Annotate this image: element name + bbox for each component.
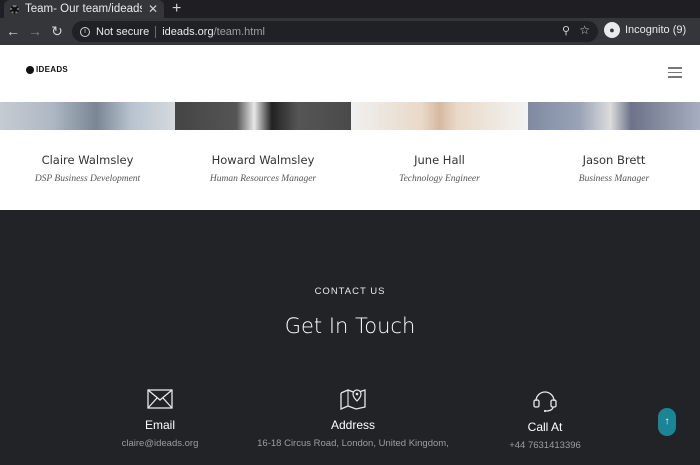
site-favicon-icon <box>10 4 19 14</box>
forward-arrow-icon[interactable]: → <box>26 22 44 40</box>
member-name: Howard Walmsley <box>211 153 315 167</box>
tab-title: Team- Our team/ideads.o <box>25 3 142 15</box>
contact-email: Email claire@ideads.org <box>50 388 270 449</box>
member-role: Technology Engineer <box>399 174 480 184</box>
contact-item-title: Address <box>330 418 376 432</box>
url-path: /team.html <box>213 25 265 38</box>
back-arrow-icon[interactable]: ← <box>4 22 22 40</box>
member-name: June Hall <box>414 153 465 167</box>
site-logo[interactable]: IDEADS <box>26 65 68 74</box>
contact-section: CONTACT US Get In Touch Email claire@ide… <box>0 210 700 465</box>
team-member-card: June Hall Technology Engineer <box>351 130 528 210</box>
search-icon[interactable]: ⚲ <box>562 24 570 37</box>
member-role: DSP Business Development <box>34 174 141 184</box>
web-page: IDEADS Claire Walmsley DSP Business Deve… <box>0 45 700 465</box>
team-photo-1 <box>0 102 175 130</box>
logo-text: IDEADS <box>36 65 69 74</box>
contact-item-title: Email <box>144 418 175 432</box>
omnibox-divider <box>155 25 157 38</box>
hamburger-menu-icon[interactable] <box>668 67 682 81</box>
team-photos <box>0 102 700 130</box>
contact-kicker: CONTACT US <box>314 286 386 297</box>
member-name: Jason Brett <box>582 153 646 167</box>
arrow-up-icon: ↑ <box>664 416 670 427</box>
address-value: 16-18 Circus Road, London, United Kingdo… <box>257 438 449 449</box>
browser-tab-strip: Team- Our team/ideads.o ✕ + <box>0 0 700 18</box>
bookmark-star-icon[interactable]: ☆ <box>579 23 590 37</box>
team-photo-3 <box>351 102 528 130</box>
security-status: Not secure <box>96 25 150 38</box>
incognito-icon: ● <box>604 22 620 38</box>
member-role: Business Manager <box>578 174 650 184</box>
browser-toolbar: ← → ↻ i Not secure ideads.org /team.html… <box>0 18 700 45</box>
close-tab-icon[interactable]: ✕ <box>148 2 158 16</box>
headset-icon <box>533 391 557 412</box>
scroll-to-top-button[interactable]: ↑ <box>658 408 676 436</box>
logo-mark-icon <box>26 65 34 74</box>
info-icon[interactable]: i <box>80 26 90 37</box>
team-member-card: Howard Walmsley Human Resources Manager <box>175 130 351 210</box>
browser-tab[interactable]: Team- Our team/ideads.o ✕ <box>4 0 164 18</box>
contact-item-title: Call At <box>527 420 563 434</box>
address-bar[interactable]: i Not secure ideads.org /team.html ⚲ ☆ <box>72 21 598 42</box>
team-members: Claire Walmsley DSP Business Development… <box>0 130 700 210</box>
member-role: Human Resources Manager <box>209 174 317 184</box>
contact-address: Address 16-18 Circus Road, London, Unite… <box>243 388 463 449</box>
reload-icon[interactable]: ↻ <box>48 22 66 40</box>
contact-heading: Get In Touch <box>284 314 416 338</box>
url-host: ideads.org <box>162 25 214 38</box>
team-photo-4 <box>528 102 700 130</box>
member-name: Claire Walmsley <box>41 153 134 167</box>
map-pin-icon <box>340 389 366 410</box>
team-photo-2 <box>175 102 351 130</box>
site-header: IDEADS <box>0 45 700 102</box>
profile-label: Incognito (9) <box>625 24 687 36</box>
envelope-icon <box>147 389 173 409</box>
phone-link[interactable]: +44 7631413396 <box>435 440 655 451</box>
team-member-card: Claire Walmsley DSP Business Development <box>0 130 175 210</box>
team-member-card: Jason Brett Business Manager <box>528 130 700 210</box>
new-tab-button[interactable]: + <box>172 0 181 18</box>
email-link[interactable]: claire@ideads.org <box>50 438 270 449</box>
contact-phone: Call At +44 7631413396 <box>435 388 655 451</box>
incognito-profile-button[interactable]: ● Incognito (9) <box>604 22 686 38</box>
